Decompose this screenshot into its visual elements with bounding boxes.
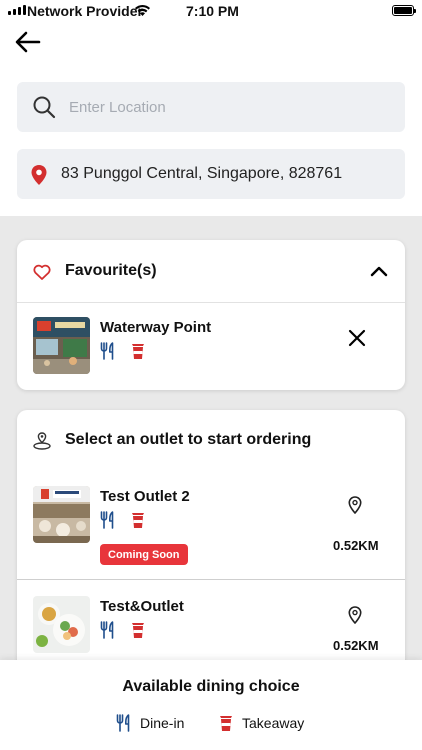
- location-pin-icon: [31, 165, 47, 185]
- wifi-icon: [135, 4, 150, 16]
- outlet-distance: 0.52KM: [333, 538, 379, 553]
- dine-in-icon: [100, 342, 114, 360]
- coming-soon-badge: Coming Soon: [100, 544, 188, 565]
- back-button[interactable]: [14, 30, 44, 56]
- dine-in-icon: [100, 511, 114, 529]
- location-pin-outline-icon: [348, 496, 362, 514]
- takeaway-icon: [220, 716, 232, 731]
- remove-favourite-button[interactable]: [345, 326, 369, 350]
- current-address-field[interactable]: 83 Punggol Central, Singapore, 828761: [17, 149, 405, 199]
- outlet-photo: [33, 596, 90, 653]
- favourites-title: Favourite(s): [65, 262, 157, 279]
- outlets-title: Select an outlet to start ordering: [65, 431, 312, 448]
- outlet-name: Test Outlet 2: [100, 488, 190, 505]
- outlet-photo: [33, 486, 90, 543]
- status-time: 7:10 PM: [186, 3, 239, 19]
- carrier-name: Network Provider: [27, 3, 143, 19]
- outlet-distance: 0.52KM: [333, 638, 379, 653]
- close-icon: [348, 329, 366, 347]
- favourites-card: Favourite(s) Waterway Point: [17, 240, 405, 390]
- dining-choice-panel: Available dining choice Dine-in Takeaway: [0, 660, 422, 750]
- dining-choice-title: Available dining choice: [122, 678, 300, 695]
- battery-icon: [392, 5, 416, 16]
- outlet-name: Test&Outlet: [100, 598, 184, 615]
- collapse-favourites-button[interactable]: [367, 260, 391, 284]
- legend-takeaway: Takeaway: [218, 714, 304, 732]
- dine-in-icon: [116, 714, 130, 732]
- takeaway-label: Takeaway: [242, 715, 305, 731]
- outlet-list-item[interactable]: Test Outlet 2 Coming Soon 0.52KM: [17, 472, 405, 578]
- location-marker-icon: [33, 432, 51, 450]
- search-icon: [33, 96, 56, 119]
- arrow-left-icon: [15, 31, 41, 53]
- outlet-divider: [17, 579, 405, 580]
- favourite-name: Waterway Point: [100, 319, 212, 336]
- takeaway-icon: [132, 344, 144, 359]
- legend-dine-in: Dine-in: [116, 714, 184, 732]
- takeaway-icon: [132, 623, 144, 638]
- location-search-box[interactable]: [17, 82, 405, 132]
- location-pin-outline-icon: [348, 606, 362, 624]
- dine-in-icon: [100, 621, 114, 639]
- address-text: 83 Punggol Central, Singapore, 828761: [61, 165, 343, 182]
- dine-in-label: Dine-in: [140, 715, 185, 731]
- favourite-item[interactable]: Waterway Point: [17, 303, 405, 383]
- location-search-input[interactable]: [69, 82, 389, 132]
- outlet-photo: [33, 317, 90, 374]
- cellular-signal-icon: [8, 5, 26, 15]
- chevron-up-icon: [370, 266, 388, 277]
- takeaway-icon: [132, 513, 144, 528]
- outlets-card: Select an outlet to start ordering Test …: [17, 410, 405, 690]
- status-bar: Network Provider 7:10 PM: [0, 0, 422, 22]
- heart-icon: [33, 264, 51, 280]
